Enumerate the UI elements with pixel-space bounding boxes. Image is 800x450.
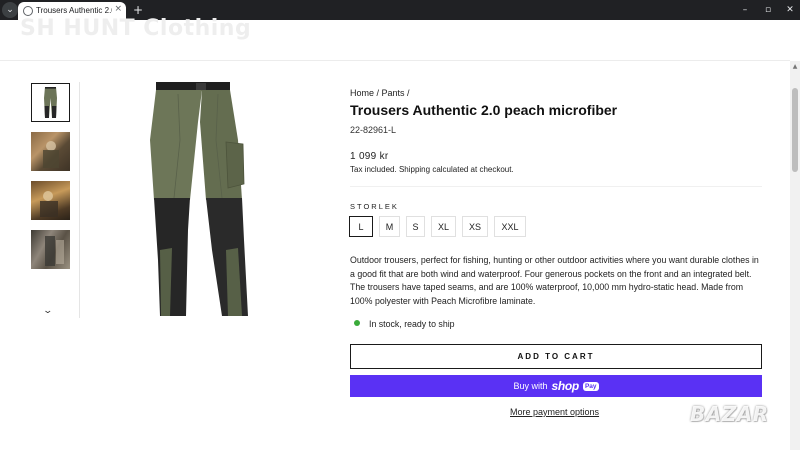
more-payment-options-link[interactable]: More payment options <box>510 407 599 417</box>
product-main-image[interactable] <box>130 80 270 320</box>
shop-pay-button[interactable]: Buy with shop Pay <box>350 375 762 397</box>
belt-buckle-shape <box>196 83 206 90</box>
size-option-xl[interactable]: XL <box>431 216 456 237</box>
product-price: 1 099 kr <box>350 151 389 162</box>
add-to-cart-button[interactable]: ADD TO CART <box>350 344 762 369</box>
outdoor-photo-thumbnail <box>43 141 59 168</box>
gallery-thumbnail-2[interactable] <box>31 132 70 171</box>
gallery-chevron-down-icon[interactable]: ⌄ <box>42 306 53 316</box>
belt-shape <box>156 82 230 91</box>
window-maximize-button[interactable]: ▫ <box>757 2 779 18</box>
window-minimize-button[interactable]: – <box>734 2 756 18</box>
window-close-button[interactable]: ✕ <box>779 2 800 18</box>
shop-pay-badge: Pay <box>582 381 599 391</box>
left-leg-upper-shape <box>150 90 202 200</box>
gallery-divider <box>79 82 80 318</box>
watermark-logo: BAZAR <box>690 402 769 426</box>
gallery-thumbnail-3[interactable] <box>31 181 70 220</box>
gallery-thumbnail-4[interactable] <box>31 230 70 269</box>
size-label: STORLEK <box>350 202 399 211</box>
tax-note-suffix: calculated at checkout. <box>432 165 514 174</box>
size-option-s[interactable]: S <box>406 216 425 237</box>
gallery-thumbnail-1[interactable] <box>31 83 70 122</box>
left-shin-panel-shape <box>160 248 172 316</box>
info-divider <box>350 186 762 187</box>
outdoor-photo-thumbnail <box>40 191 58 217</box>
globe-icon <box>23 6 33 16</box>
trousers-thumbnail-image <box>44 87 57 118</box>
size-option-m[interactable]: M <box>379 216 400 237</box>
size-selector: L M S XL XS XXL <box>349 216 526 237</box>
cargo-pocket-shape <box>225 141 245 189</box>
product-description: Outdoor trousers, perfect for fishing, h… <box>350 255 759 306</box>
left-leg-lower-shape <box>154 198 190 316</box>
scrollbar-thumb[interactable] <box>792 88 798 172</box>
size-option-xxl[interactable]: XXL <box>494 216 526 237</box>
tax-note: Tax included. Shipping calculated at che… <box>350 165 514 174</box>
header-divider <box>0 60 790 61</box>
size-option-l[interactable]: L <box>349 216 373 237</box>
tab-search-menu-icon[interactable]: ⌄ <box>2 2 18 18</box>
product-title: Trousers Authentic 2.0 peach microfiber <box>350 102 618 118</box>
shop-pay-buy-with: Buy with <box>513 381 548 391</box>
size-option-xs[interactable]: XS <box>462 216 488 237</box>
tax-note-prefix: Tax included. <box>350 165 397 174</box>
store-logo[interactable]: SH HUNT Clothing <box>20 16 251 41</box>
stock-status: In stock, ready to ship <box>369 319 455 329</box>
product-sku: 22-82961-L <box>350 125 397 135</box>
shipping-link[interactable]: Shipping <box>399 165 430 174</box>
shop-pay-logo: shop <box>551 379 579 393</box>
breadcrumb[interactable]: Home / Pants / <box>350 88 410 98</box>
in-stock-dot-icon <box>354 320 360 326</box>
tab-close-icon[interactable]: × <box>114 4 122 14</box>
tab-title: Trousers Authentic 2.0 peach mi... <box>36 6 112 15</box>
scroll-up-arrow-icon[interactable]: ▲ <box>790 62 800 72</box>
outdoor-photo-thumbnail <box>45 236 64 266</box>
